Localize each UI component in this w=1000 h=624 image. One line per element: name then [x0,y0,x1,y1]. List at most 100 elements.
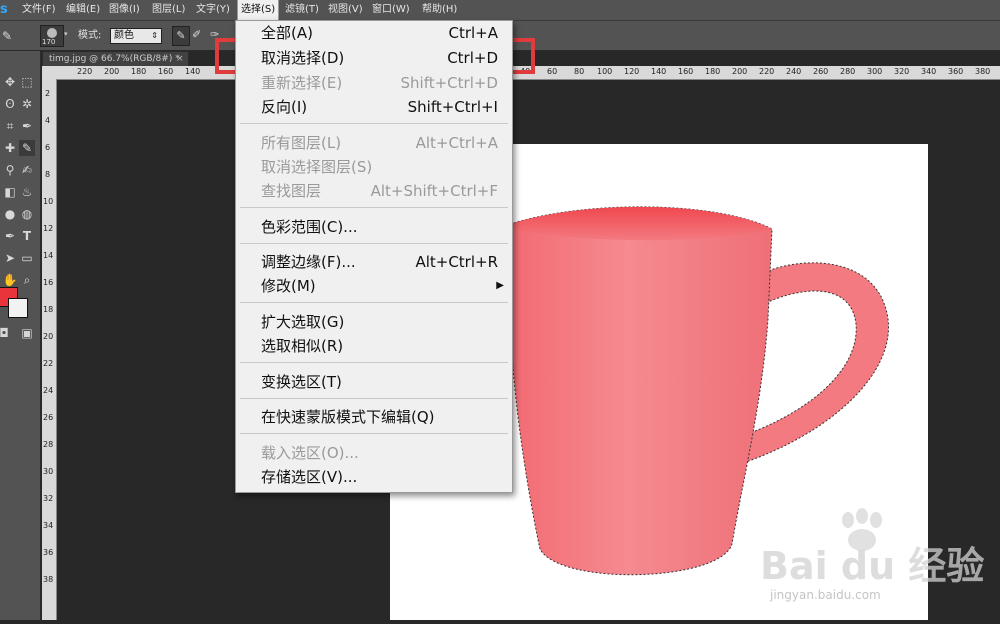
menu-file[interactable]: 文件(F) [19,0,59,20]
blur-tool-icon[interactable]: ◍ [19,206,35,222]
menu-image[interactable]: 图像(I) [106,0,143,20]
clone-stamp-icon[interactable]: ⚲ [2,162,18,178]
ruler-tick-label: 200 [732,67,748,76]
ruler-tick-label: 22 [43,359,54,368]
menu-view[interactable]: 视图(V) [325,0,366,20]
menu-item-shortcut: Ctrl+A [448,24,498,42]
healing-brush-icon[interactable]: ✚ [2,140,18,156]
select-menu-dropdown: 全部(A) Ctrl+A 取消选择(D) Ctrl+D 重新选择(E) Shif… [235,20,513,493]
menu-item-find-layers[interactable]: 查找图层 Alt+Shift+Ctrl+F [236,179,512,203]
menu-item-color-range[interactable]: 色彩范围(C)... [236,215,512,239]
ruler-tick-label: 340 [921,67,937,76]
ruler-tick-label: 30 [43,467,54,476]
menu-item-load-selection[interactable]: 载入选区(O)... [236,441,512,465]
menu-item-quick-mask[interactable]: 在快速蒙版模式下编辑(Q) [236,405,512,429]
menu-item-select-all[interactable]: 全部(A) Ctrl+A [236,21,512,45]
menu-item-label: 所有图层(L) [261,134,342,152]
ruler-tick-label: 10 [43,197,54,206]
eyedropper-icon[interactable]: ✒ [19,118,35,134]
shape-tool-icon[interactable]: ▭ [19,250,35,266]
eraser-icon[interactable]: ◧ [2,184,18,200]
ruler-tick-label: 20 [43,332,54,341]
ruler-tick-label: 6 [45,143,51,152]
menu-item-shortcut: Alt+Ctrl+A [415,134,498,152]
lasso-tool-icon[interactable]: ʘ [2,96,18,112]
menu-select[interactable]: 选择(S) [237,0,280,21]
mode-label: 模式: [78,30,102,41]
ruler-tick-label: 36 [43,548,54,557]
menu-item-grow[interactable]: 扩大选取(G) [236,310,512,334]
menu-item-label: 重新选择(E) [261,74,343,92]
menu-item-deselect-layers[interactable]: 取消选择图层(S) [236,155,512,179]
chevron-down-icon[interactable]: ▾ [64,30,68,38]
type-tool-icon[interactable]: T [19,228,35,244]
menu-item-label: 色彩范围(C)... [261,218,358,236]
quick-mask-icon[interactable]: ◘ [0,325,12,341]
menu-window[interactable]: 窗口(W) [369,0,413,20]
menu-item-refine-edge[interactable]: 调整边缘(F)... Alt+Ctrl+R [236,250,512,274]
menu-type[interactable]: 文字(Y) [193,0,233,20]
menu-item-transform-selection[interactable]: 变换选区(T) [236,370,512,394]
menu-item-inverse[interactable]: 反向(I) Shift+Ctrl+I [236,95,512,119]
menu-item-shortcut: Ctrl+D [447,49,498,67]
ruler-tick-label: 8 [45,170,51,179]
ruler-tick-label: 260 [813,67,829,76]
menu-separator [240,398,508,399]
crop-tool-icon[interactable]: ⌗ [2,118,18,134]
brush-size-value: 170 [42,38,56,46]
ruler-tick-label: 32 [43,494,54,503]
menu-item-similar[interactable]: 选取相似(R) [236,334,512,358]
move-tool-icon[interactable]: ✥ [2,74,18,90]
menu-item-save-selection[interactable]: 存储选区(V)... [236,465,512,489]
menu-item-label: 取消选择(D) [261,49,345,67]
screen-mode-icon[interactable]: ▣ [19,325,35,341]
brush-preset-picker[interactable]: 170 [40,25,64,47]
menu-item-label: 选取相似(R) [261,337,344,355]
brush-tool-icon[interactable]: ✎ [2,27,22,45]
ruler-tick-label: 80 [574,67,585,76]
menu-edit[interactable]: 编辑(E) [63,0,103,20]
menu-item-modify[interactable]: 修改(M) ▶ [236,274,512,298]
document-tab[interactable]: timg.jpg @ 66.7%(RGB/8#) * × [42,51,189,67]
baidu-watermark: Bai du 经验 jingyan.baidu.com [752,508,985,608]
ruler-tick-label: 180 [705,67,721,76]
menu-item-deselect[interactable]: 取消选择(D) Ctrl+D [236,46,512,70]
menu-item-label: 载入选区(O)... [261,444,359,462]
airbrush-icon[interactable]: ✐ [192,28,201,41]
mode-select[interactable]: 颜色 ⇕ [110,28,162,44]
menu-filter[interactable]: 滤镜(T) [282,0,322,20]
menu-item-all-layers[interactable]: 所有图层(L) Alt+Ctrl+A [236,131,512,155]
menu-separator [240,302,508,303]
menu-item-label: 调整边缘(F)... [261,253,356,271]
magic-wand-icon[interactable]: ✲ [19,96,35,112]
menu-item-reselect[interactable]: 重新选择(E) Shift+Ctrl+D [236,71,512,95]
ruler-tick-label: 16 [43,278,54,287]
ruler-vertical: 2 4 6 8 10 12 14 16 18 20 22 24 26 28 30… [42,79,57,620]
paint-bucket-icon[interactable]: ♨ [19,184,35,200]
path-selection-icon[interactable]: ➤ [2,250,18,266]
menu-item-shortcut: Alt+Shift+Ctrl+F [370,182,498,200]
menu-separator [240,123,508,124]
marquee-tool-icon[interactable]: ⬚ [19,74,35,90]
watermark-text: Bai du 经验 [760,544,985,588]
zoom-tool-icon[interactable]: ⌕ [19,272,35,288]
ruler-tick-label: 2 [45,89,51,98]
menu-layer[interactable]: 图层(L) [149,0,188,20]
ruler-tick-label: 26 [43,413,54,422]
menu-item-label: 查找图层 [261,182,322,200]
pressure-opacity-icon[interactable]: ✎ [172,26,190,46]
close-icon[interactable]: × [176,52,184,66]
background-color-swatch[interactable] [8,298,28,318]
tools-panel: ✥ ⬚ ʘ ✲ ⌗ ✒ ✚ ✎ ⚲ ✍ ◧ ♨ ● ◍ ✒ T ➤ ▭ ✋ ⌕ … [0,51,41,620]
menu-item-label: 在快速蒙版模式下编辑(Q) [261,408,435,426]
menu-item-label: 扩大选取(G) [261,313,345,331]
dodge-tool-icon[interactable]: ● [2,206,18,222]
ruler-tick-label: 200 [104,67,120,76]
brush-tool-icon[interactable]: ✎ [19,140,35,156]
menu-help[interactable]: 帮助(H) [419,0,460,20]
history-brush-icon[interactable]: ✍ [19,162,35,178]
menu-item-shortcut: Shift+Ctrl+D [400,74,498,92]
pen-tool-icon[interactable]: ✒ [2,228,18,244]
ruler-tick-label: 18 [43,305,54,314]
hand-tool-icon[interactable]: ✋ [2,272,18,288]
